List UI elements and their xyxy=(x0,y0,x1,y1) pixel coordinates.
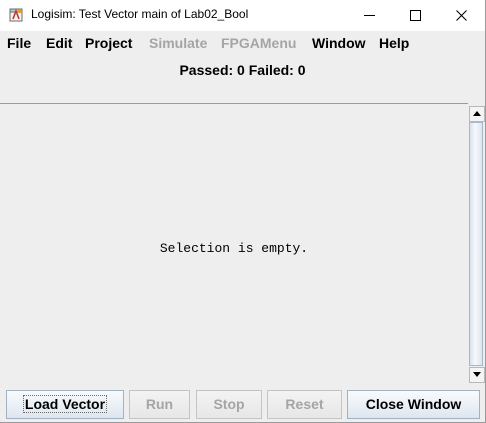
menu-file[interactable]: File xyxy=(7,35,31,51)
load-vector-button[interactable]: Load Vector xyxy=(6,390,124,419)
minimize-icon xyxy=(364,15,375,16)
menu-fpgamenu: FPGAMenu xyxy=(221,35,297,51)
arrow-up-icon xyxy=(473,111,481,116)
close-window-label: Close Window xyxy=(365,396,462,412)
menu-project[interactable]: Project xyxy=(85,35,132,51)
menu-edit[interactable]: Edit xyxy=(46,35,72,51)
stop-button: Stop xyxy=(196,390,262,419)
menu-bar: File Edit Project Simulate FPGAMenu Wind… xyxy=(0,31,485,55)
run-button: Run xyxy=(129,390,190,419)
scroll-down-button[interactable] xyxy=(469,367,485,383)
test-vector-window: Logisim: Test Vector main of Lab02_Bool … xyxy=(0,0,486,423)
maximize-button[interactable] xyxy=(393,0,439,31)
empty-selection-message: Selection is empty. xyxy=(159,241,309,256)
minimize-button[interactable] xyxy=(347,0,393,31)
run-label: Run xyxy=(145,396,174,412)
results-panel: Selection is empty. xyxy=(0,104,468,384)
logisim-app-icon xyxy=(9,8,23,22)
maximize-icon xyxy=(410,10,421,21)
menu-help[interactable]: Help xyxy=(379,35,409,51)
test-status-label: Passed: 0 Failed: 0 xyxy=(179,62,306,78)
scroll-up-button[interactable] xyxy=(469,106,485,122)
close-button[interactable] xyxy=(439,0,485,31)
stop-label: Stop xyxy=(213,396,245,412)
menu-window[interactable]: Window xyxy=(312,35,366,51)
reset-button: Reset xyxy=(267,390,342,419)
close-window-button[interactable]: Close Window xyxy=(347,390,480,419)
menu-simulate: Simulate xyxy=(149,35,208,51)
arrow-down-icon xyxy=(473,372,481,377)
close-icon xyxy=(456,10,467,21)
window-title: Logisim: Test Vector main of Lab02_Bool xyxy=(31,7,249,21)
scroll-thumb[interactable] xyxy=(469,122,483,366)
load-vector-label: Load Vector xyxy=(22,395,108,413)
vertical-scrollbar[interactable] xyxy=(468,104,485,384)
reset-label: Reset xyxy=(285,396,324,412)
title-bar[interactable]: Logisim: Test Vector main of Lab02_Bool xyxy=(0,0,485,31)
